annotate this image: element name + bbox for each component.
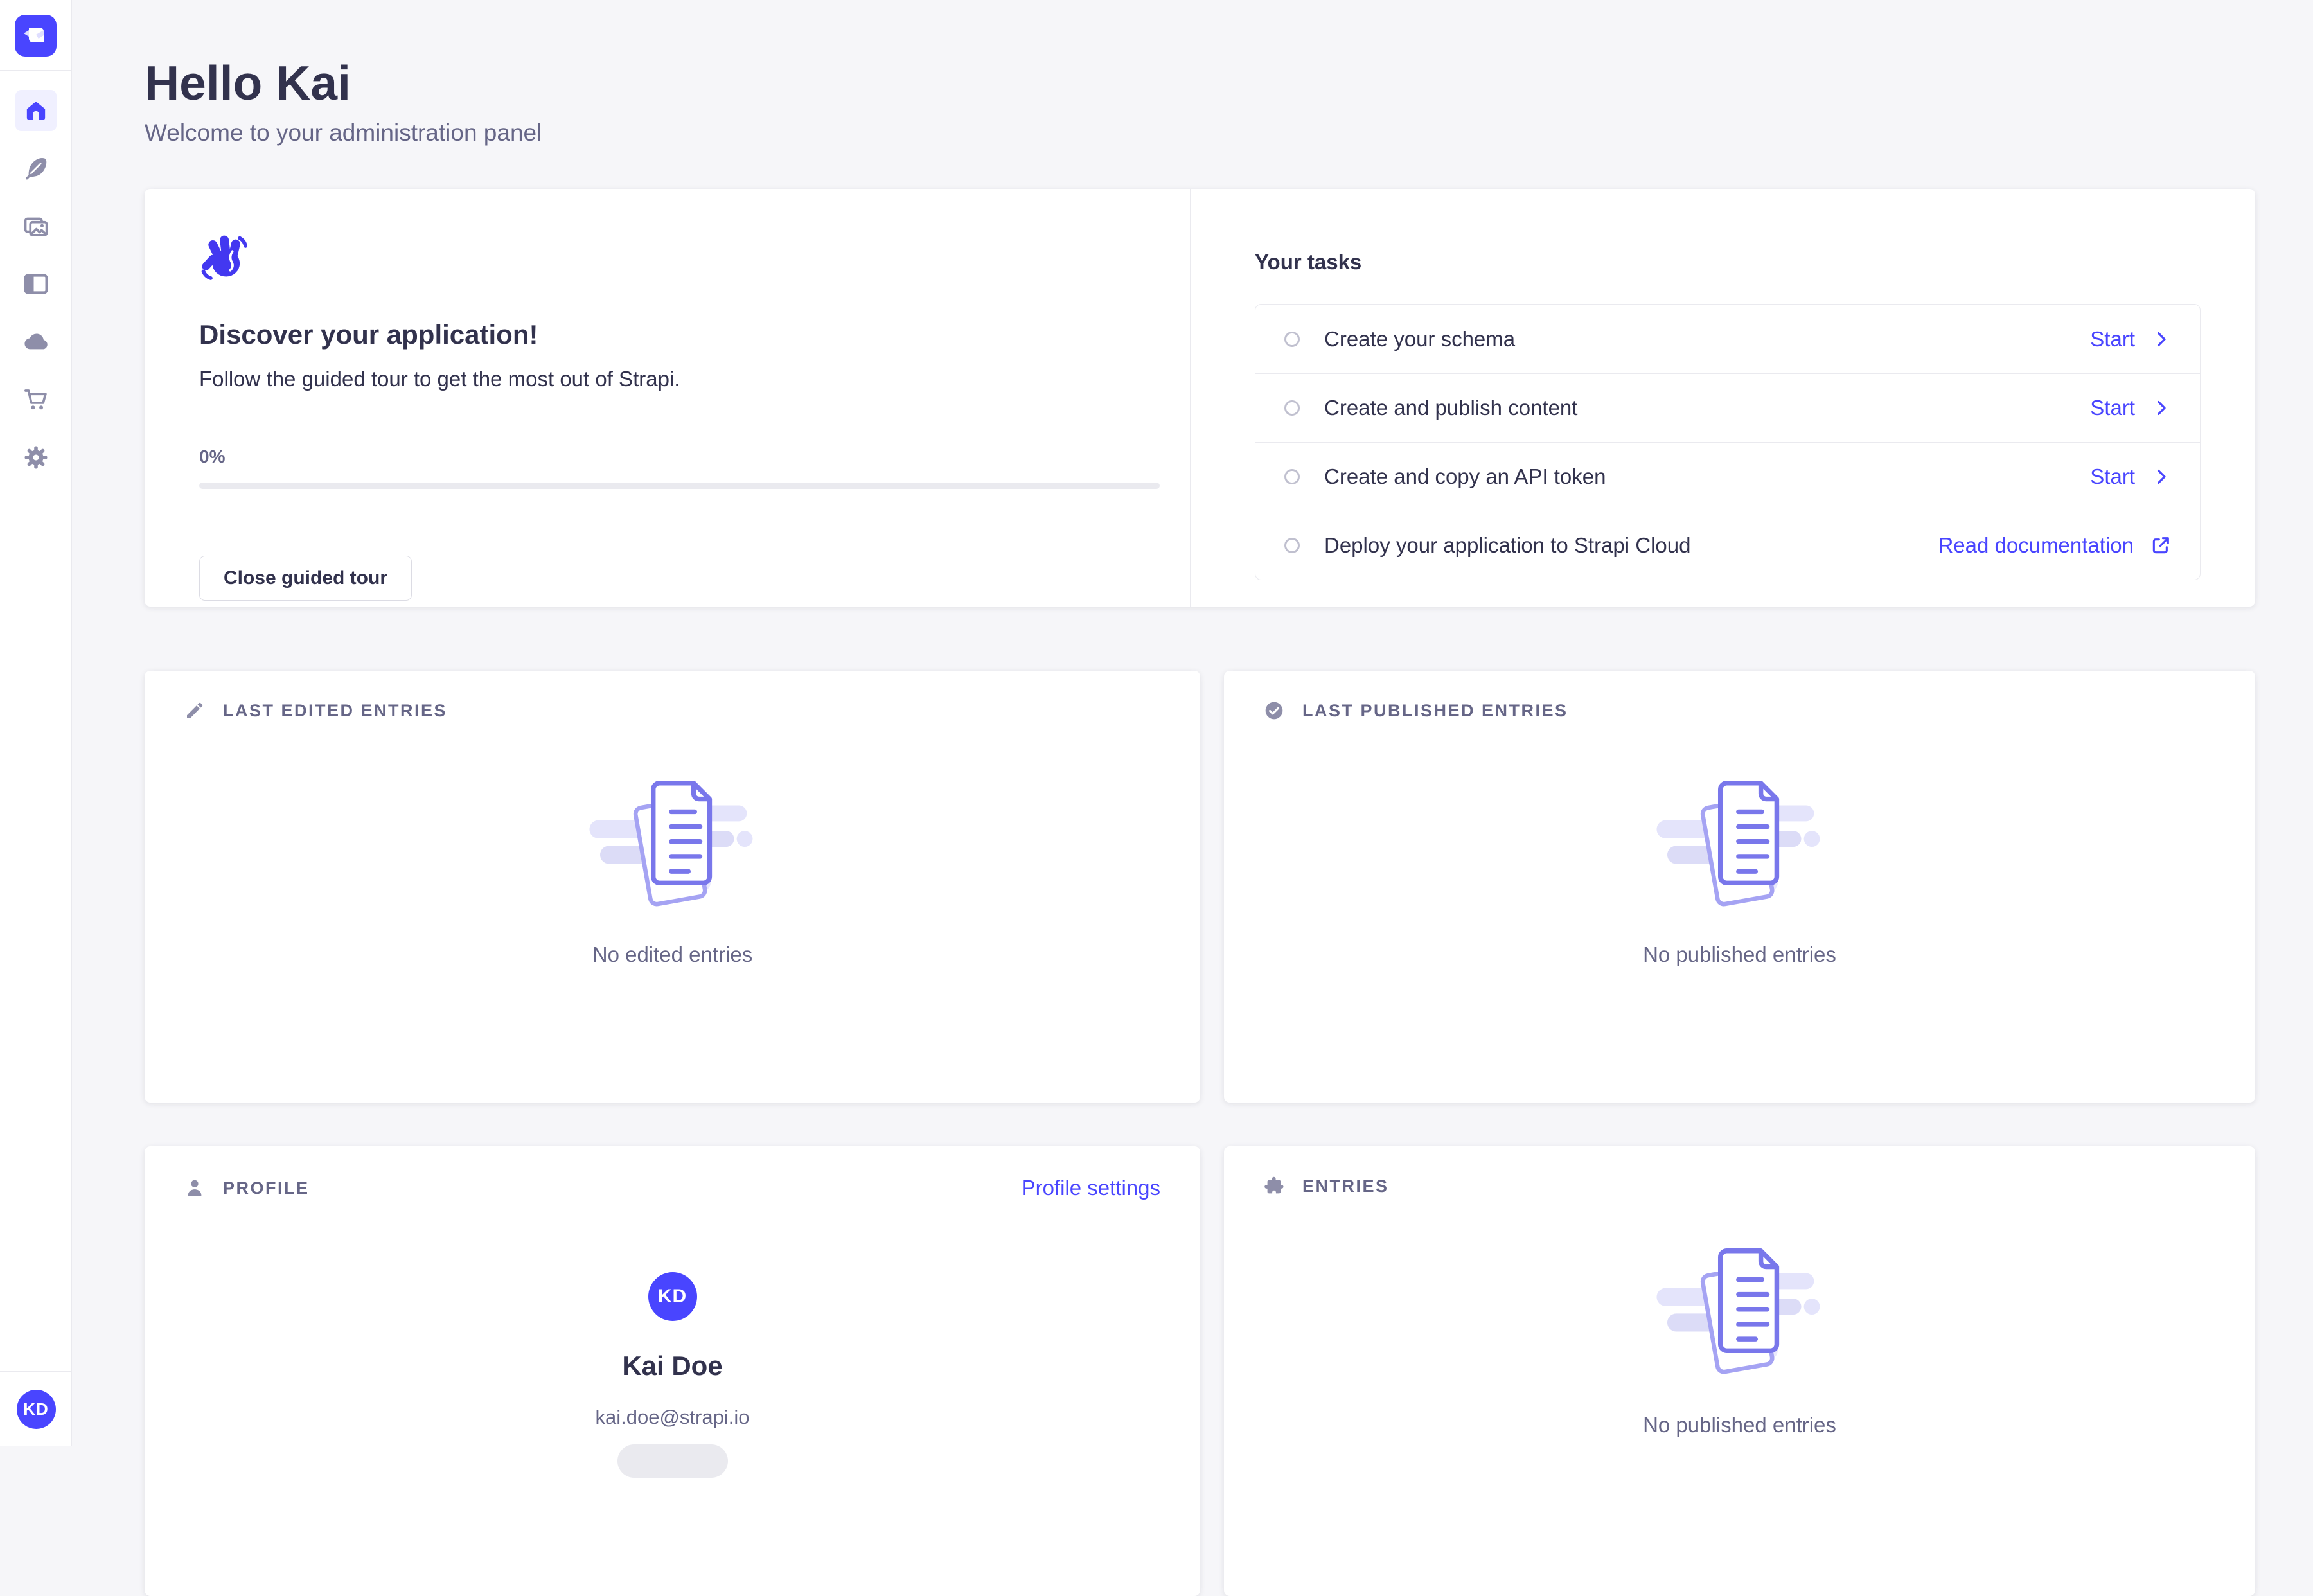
tour-title: Discover your application! (199, 319, 1135, 350)
task-label: Deploy your application to Strapi Cloud (1324, 533, 1691, 558)
sidebar-item-cloud[interactable] (15, 321, 57, 362)
images-icon (22, 213, 49, 240)
empty-state-text: No published entries (1643, 1413, 1836, 1437)
empty-documents-illustration (1654, 1228, 1825, 1379)
task-label: Create and publish content (1324, 396, 1577, 420)
sidebar-item-media-library[interactable] (15, 206, 57, 247)
home-icon (23, 98, 49, 123)
widget-title: LAST PUBLISHED ENTRIES (1302, 701, 1568, 721)
page-title: Hello Kai (145, 57, 2313, 109)
task-row: Deploy your application to Strapi Cloud … (1255, 511, 2200, 580)
guided-tour-intro: Discover your application! Follow the gu… (145, 189, 1190, 607)
last-edited-entries-widget: LAST EDITED ENTRIES No edited entries (145, 671, 1200, 1103)
profile-email: kai.doe@strapi.io (596, 1406, 750, 1429)
sidebar-nav (0, 90, 72, 495)
task-status-circle (1284, 332, 1300, 347)
profile-role-badge (617, 1444, 728, 1478)
waving-hand-icon (199, 231, 252, 284)
person-icon (184, 1178, 205, 1198)
tour-progress-bar (199, 483, 1160, 489)
task-row: Create and copy an API token Start (1255, 442, 2200, 511)
empty-documents-illustration (587, 761, 758, 912)
pencil-icon (184, 700, 205, 721)
task-status-circle (1284, 538, 1300, 553)
puzzle-icon (1264, 1176, 1284, 1196)
sidebar-item-marketplace[interactable] (15, 379, 57, 420)
chevron-right-icon (2152, 398, 2171, 418)
tasks-section: Your tasks Create your schema Start (1191, 189, 2255, 607)
external-link-icon (2150, 535, 2171, 556)
task-row: Create and publish content Start (1255, 373, 2200, 442)
tasks-list: Create your schema Start Create and publ… (1255, 304, 2201, 580)
profile-avatar: KD (648, 1272, 697, 1321)
profile-settings-link[interactable]: Profile settings (1022, 1176, 1160, 1200)
task-label: Create your schema (1324, 327, 1515, 351)
main-content: Hello Kai Welcome to your administration… (72, 0, 2313, 1596)
feather-icon (23, 155, 49, 181)
gear-icon (22, 444, 49, 471)
widget-title: LAST EDITED ENTRIES (223, 701, 447, 721)
tour-progress-label: 0% (199, 447, 1135, 467)
chevron-right-icon (2152, 467, 2171, 486)
cart-icon (22, 386, 49, 413)
last-published-entries-widget: LAST PUBLISHED ENTRIES No published entr… (1224, 671, 2255, 1103)
task-start-link[interactable]: Start (2090, 465, 2171, 489)
empty-state-text: No published entries (1643, 943, 1836, 967)
strapi-logo-wrap (0, 0, 71, 71)
task-start-link[interactable]: Start (2090, 396, 2171, 420)
sidebar-item-content-type-builder[interactable] (15, 263, 57, 305)
layout-icon (22, 270, 49, 297)
tour-description: Follow the guided tour to get the most o… (199, 367, 1135, 391)
read-documentation-link[interactable]: Read documentation (1938, 533, 2171, 558)
task-start-link[interactable]: Start (2090, 327, 2171, 351)
profile-widget: PROFILE Profile settings KD Kai Doe kai.… (145, 1146, 1200, 1596)
tasks-title: Your tasks (1255, 250, 2201, 274)
sidebar-item-content-manager[interactable] (15, 148, 57, 189)
sidebar-footer: KD (0, 1371, 72, 1446)
strapi-logo-icon[interactable] (15, 15, 57, 57)
empty-state-text: No edited entries (592, 943, 752, 967)
empty-documents-illustration (1654, 761, 1825, 912)
user-avatar[interactable]: KD (17, 1390, 56, 1429)
widget-title: PROFILE (223, 1178, 310, 1198)
guided-tour-card: Discover your application! Follow the gu… (145, 189, 2255, 607)
sidebar: KD (0, 0, 72, 1446)
task-status-circle (1284, 469, 1300, 484)
check-circle-icon (1264, 700, 1284, 721)
profile-name: Kai Doe (622, 1351, 722, 1381)
task-label: Create and copy an API token (1324, 465, 1606, 489)
sidebar-item-settings[interactable] (15, 437, 57, 478)
page-subtitle: Welcome to your administration panel (145, 118, 2313, 148)
widget-title: ENTRIES (1302, 1176, 1389, 1196)
task-status-circle (1284, 400, 1300, 416)
chevron-right-icon (2152, 330, 2171, 349)
entries-widget: ENTRIES No published entries (1224, 1146, 2255, 1596)
sidebar-item-home[interactable] (15, 90, 57, 131)
cloud-icon (22, 328, 50, 356)
task-row: Create your schema Start (1255, 305, 2200, 373)
close-guided-tour-button[interactable]: Close guided tour (199, 556, 412, 601)
